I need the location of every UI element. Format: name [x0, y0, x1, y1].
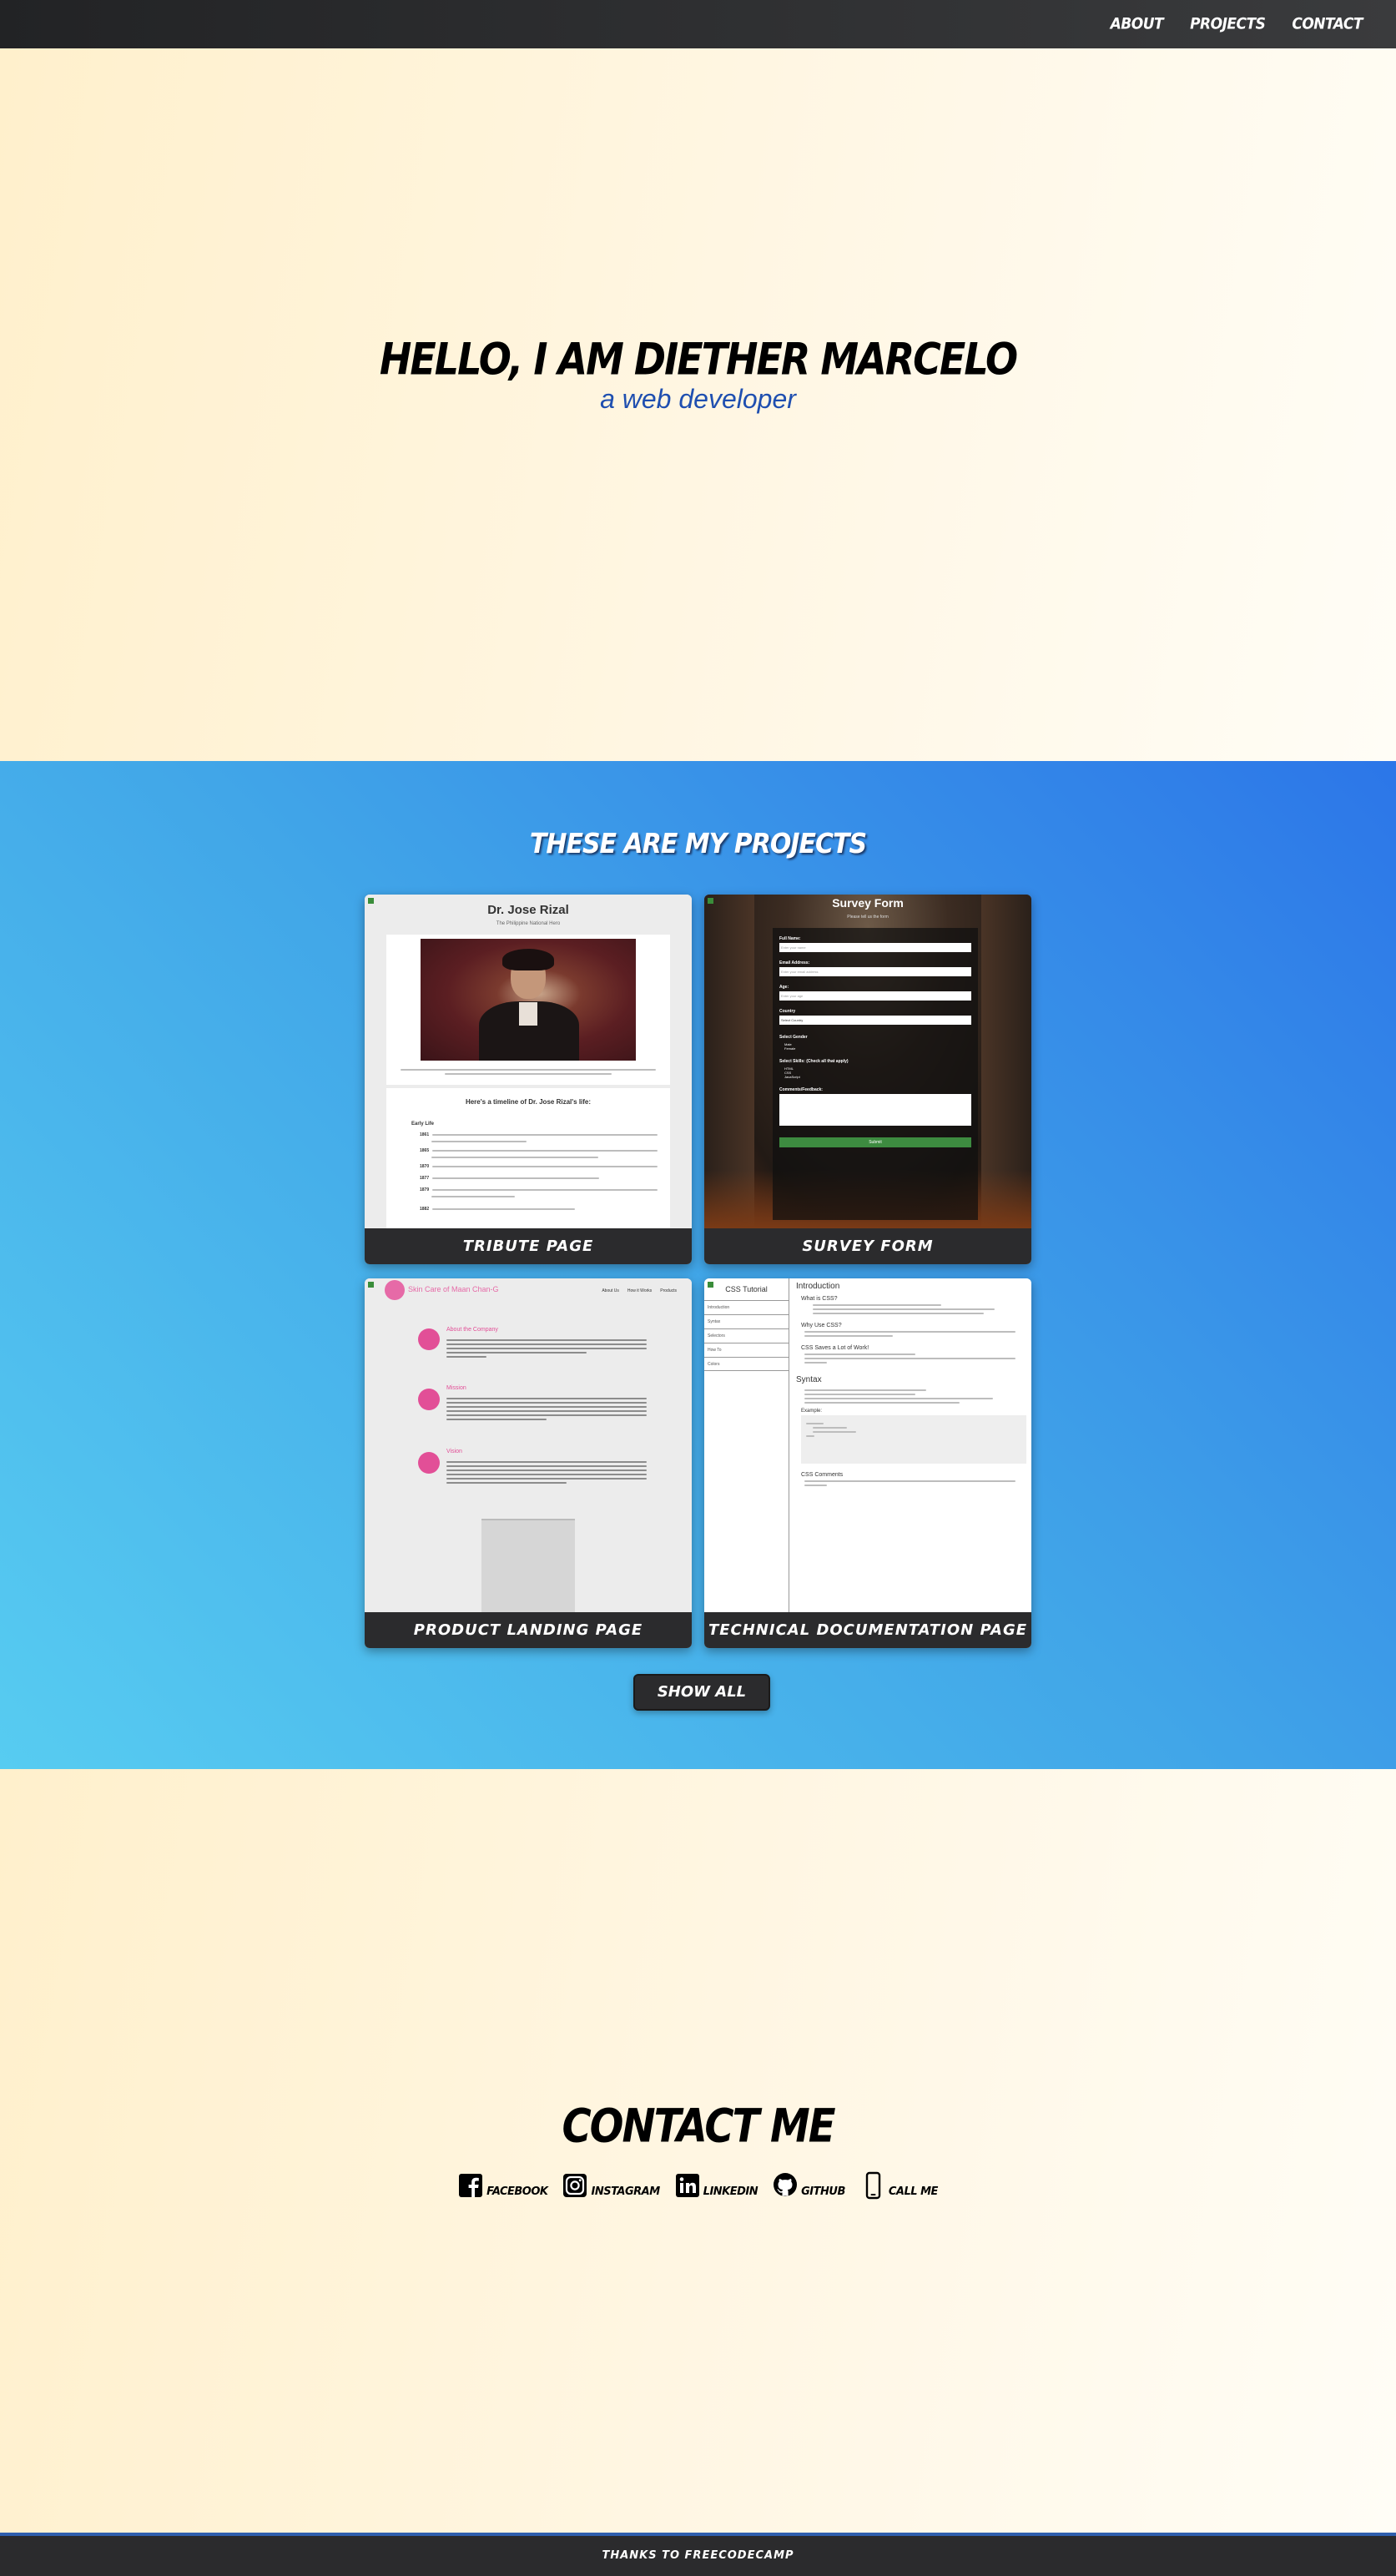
contact-section: CONTACT ME FACEBOOK INSTAGRAM LINKEDIN G… [0, 1769, 1396, 2533]
techdoc-intro-heading: Introduction [796, 1282, 840, 1291]
timeline-year: 1877 [420, 1176, 430, 1181]
timeline-year: 1865 [420, 1148, 430, 1153]
timeline-year: 1861 [420, 1132, 430, 1137]
about-icon [418, 1328, 440, 1350]
phone-icon [865, 2171, 881, 2200]
hero-subtitle: a web developer [600, 384, 796, 414]
techdoc-caption: TECHNICAL DOCUMENTATION PAGE [704, 1612, 1031, 1648]
timeline-year: 1882 [420, 1207, 430, 1212]
techdoc-example-label: Example: [801, 1409, 823, 1414]
contact-heading: CONTACT ME [562, 2099, 835, 2154]
product-thumbnail: Skin Care of Maan Chan-G About Us How it… [365, 1278, 692, 1612]
linkedin-label: LINKEDIN [703, 2185, 758, 2198]
tribute-title: Dr. Jose Rizal [487, 903, 569, 917]
survey-field-label: Full Name: [779, 936, 801, 941]
product-nav-link: About Us [602, 1288, 619, 1293]
mission-icon [418, 1389, 440, 1410]
survey-field-label: Age: [779, 985, 789, 990]
survey-field-label: Email Address: [779, 960, 810, 965]
name-input: Enter your name [779, 943, 971, 952]
code-block [801, 1415, 1026, 1464]
comments-textarea [779, 1094, 971, 1126]
tribute-caption: TRIBUTE PAGE [365, 1228, 692, 1264]
tribute-section-label: Early Life [411, 1122, 435, 1127]
project-card-technical-doc[interactable]: CSS Tutorial Introduction Syntax Selecto… [704, 1278, 1031, 1648]
instagram-label: INSTAGRAM [591, 2185, 660, 2198]
facebook-icon [459, 2174, 483, 2197]
hero-title: HELLO, I AM DIETHER MARCELO [379, 332, 1018, 386]
video-placeholder [481, 1519, 575, 1612]
rizal-portrait-image [421, 939, 636, 1061]
techdoc-sidebar-item: Selectors [704, 1328, 789, 1343]
survey-subtitle: Please tell us the form [847, 915, 889, 920]
product-brand: Skin Care of Maan Chan-G [408, 1285, 499, 1293]
product-section-title: About the Company [446, 1327, 498, 1333]
product-section-title: Mission [446, 1385, 466, 1391]
email-input: Enter your email address [779, 967, 971, 976]
survey-field-label: Select Gender [779, 1035, 808, 1040]
survey-caption: SURVEY FORM [704, 1228, 1031, 1264]
nav-projects-link[interactable]: PROJECTS [1190, 15, 1266, 33]
projects-heading: THESE ARE MY PROJECTS [529, 828, 867, 860]
techdoc-sidebar-item: Syntax [704, 1314, 789, 1328]
techdoc-thumbnail: CSS Tutorial Introduction Syntax Selecto… [704, 1278, 1031, 1612]
techdoc-sidebar-item: Colors [704, 1357, 789, 1371]
project-card-product-landing[interactable]: Skin Care of Maan Chan-G About Us How it… [365, 1278, 692, 1648]
survey-submit-button: Submit [779, 1137, 971, 1147]
techdoc-syntax-heading: Syntax [796, 1375, 822, 1384]
top-nav: ABOUT PROJECTS CONTACT [0, 0, 1396, 48]
gender-option: Female [784, 1046, 796, 1051]
tribute-timeline-heading: Here's a timeline of Dr. Jose Rizal's li… [465, 1098, 592, 1106]
github-icon [774, 2173, 798, 2196]
github-label: GITHUB [801, 2185, 845, 2198]
contact-links: FACEBOOK INSTAGRAM LINKEDIN GITHUB CALL … [0, 2171, 1396, 2200]
instagram-link[interactable]: INSTAGRAM [562, 2171, 660, 2200]
facebook-label: FACEBOOK [486, 2185, 548, 2198]
tribute-subtitle: The Philippine National Hero [496, 921, 561, 926]
footer: THANKS TO FREECODECAMP [0, 2533, 1396, 2576]
survey-field-label: Comments/Feedback: [779, 1087, 823, 1092]
facebook-link[interactable]: FACEBOOK [458, 2171, 548, 2200]
product-nav-link: Products [660, 1288, 677, 1293]
github-link[interactable]: GITHUB [773, 2171, 845, 2200]
survey-title: Survey Form [832, 896, 904, 910]
linkedin-link[interactable]: LINKEDIN [675, 2171, 758, 2200]
product-nav-link: How it Works [627, 1288, 653, 1293]
call-me-link[interactable]: CALL ME [860, 2171, 938, 2200]
techdoc-sidebar-item: Introduction [704, 1300, 789, 1314]
project-card-survey[interactable]: Survey Form Please tell us the form Full… [704, 895, 1031, 1264]
techdoc-sidebar-title: CSS Tutorial [725, 1285, 768, 1293]
nav-contact-link[interactable]: CONTACT [1292, 15, 1363, 33]
skill-option: JavaScript [784, 1075, 800, 1079]
survey-field-label: Country [779, 1009, 796, 1014]
techdoc-sidebar-item: How To [704, 1343, 789, 1357]
techdoc-question: What is CSS? [801, 1296, 838, 1302]
timeline-year: 1879 [420, 1187, 430, 1192]
call-me-label: CALL ME [888, 2185, 939, 2198]
projects-section: THESE ARE MY PROJECTS Dr. Jose Rizal The… [0, 761, 1396, 1769]
welcome-section: HELLO, I AM DIETHER MARCELO a web develo… [0, 48, 1396, 761]
show-all-button[interactable]: SHOW ALL [633, 1674, 770, 1711]
linkedin-icon [675, 2174, 699, 2197]
age-input: Enter your age [779, 991, 971, 1001]
timeline-year: 1870 [420, 1164, 430, 1169]
techdoc-comments-heading: CSS Comments [801, 1472, 844, 1478]
project-card-tribute[interactable]: Dr. Jose Rizal The Philippine National H… [365, 895, 692, 1264]
techdoc-question: Why Use CSS? [801, 1323, 842, 1328]
tribute-thumbnail: Dr. Jose Rizal The Philippine National H… [365, 895, 692, 1228]
survey-thumbnail: Survey Form Please tell us the form Full… [704, 895, 1031, 1228]
footer-text: THANKS TO FREECODECAMP [602, 2549, 794, 2562]
country-select: Select Country [779, 1016, 971, 1025]
instagram-icon [563, 2174, 587, 2197]
product-section-title: Vision [446, 1449, 462, 1454]
nav-about-link[interactable]: ABOUT [1111, 15, 1164, 33]
product-caption: PRODUCT LANDING PAGE [365, 1612, 692, 1648]
techdoc-question: CSS Saves a Lot of Work! [801, 1345, 869, 1351]
brand-logo-icon [385, 1280, 405, 1300]
survey-field-label: Select Skills: (Check all that apply) [779, 1059, 849, 1064]
vision-icon [418, 1452, 440, 1474]
